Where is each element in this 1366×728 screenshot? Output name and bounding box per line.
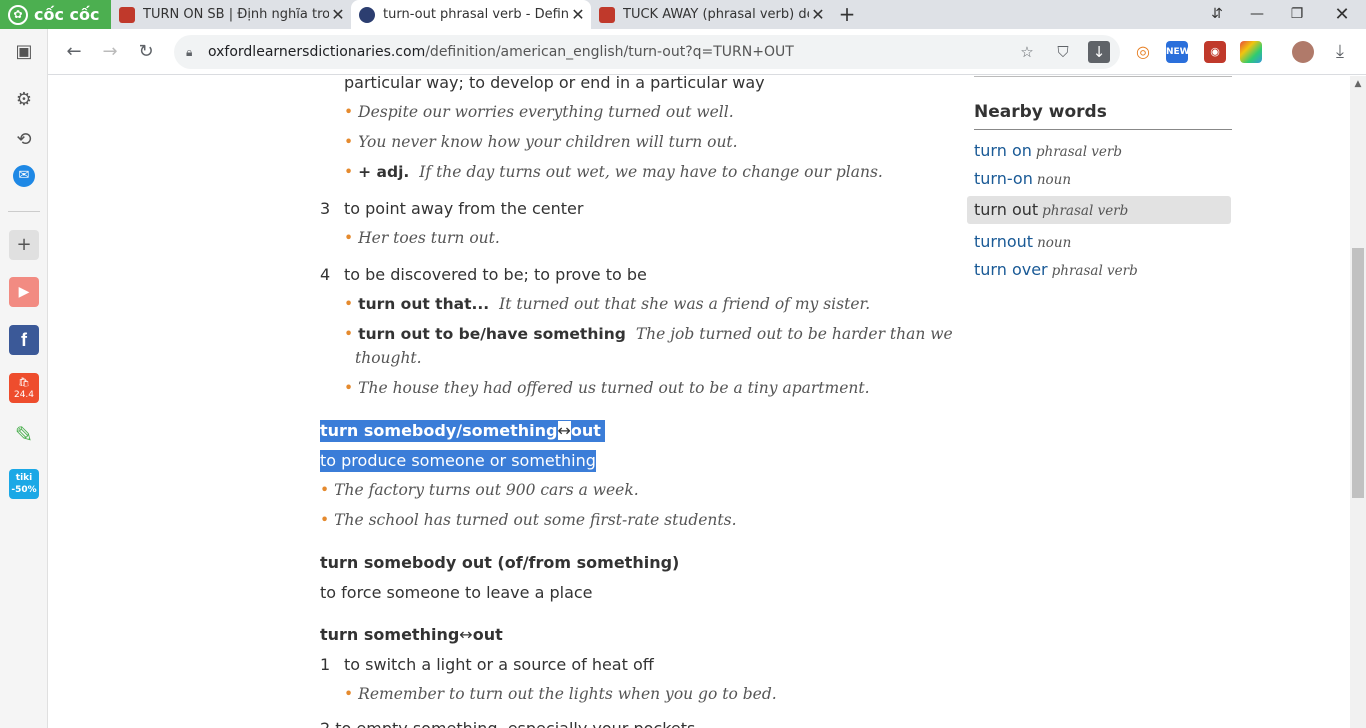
sense-number: 4 xyxy=(320,265,331,284)
new-tab-icon[interactable]: + xyxy=(836,3,858,25)
phrasal-verb-heading: turn something↔out xyxy=(320,625,503,644)
divider xyxy=(974,76,1232,77)
back-icon[interactable]: ← xyxy=(60,38,88,66)
sense-number: 3 xyxy=(320,199,331,218)
example: • The factory turns out 900 cars a week. xyxy=(320,481,639,499)
definition-text-partial: 2 to empty something, especially your po… xyxy=(320,719,695,728)
close-tab-icon[interactable]: ✕ xyxy=(809,5,827,24)
coccoc-extension-icon[interactable]: ◎ xyxy=(1132,41,1154,63)
definition-text: particular way; to develop or end in a p… xyxy=(344,76,765,92)
add-icon[interactable]: + xyxy=(9,230,39,260)
tab-search-icon[interactable]: ⇵ xyxy=(1197,0,1237,29)
close-window-icon[interactable]: ✕ xyxy=(1322,0,1362,29)
profile-avatar[interactable] xyxy=(1292,41,1314,63)
color-extension-icon[interactable] xyxy=(1240,41,1262,63)
brand-label: cốc cốc xyxy=(34,5,100,24)
restore-icon[interactable]: ❐ xyxy=(1277,0,1317,29)
definition-text: to be discovered to be; to prove to be xyxy=(344,265,647,284)
example: • Remember to turn out the lights when yo… xyxy=(344,685,777,703)
example: • The school has turned out some first-ra… xyxy=(320,511,737,529)
definition-text: to point away from the center xyxy=(344,199,584,218)
address-bar[interactable]: 🔒︎ oxfordlearnersdictionaries.com/defini… xyxy=(174,35,1120,69)
nearby-word-link[interactable]: turn-on noun xyxy=(974,165,1238,193)
example: • Her toes turn out. xyxy=(344,229,500,247)
page-content: particular way; to develop or end in a p… xyxy=(48,76,1350,728)
red-extension-icon[interactable]: ◉ xyxy=(1204,41,1226,63)
sense-number: 1 xyxy=(320,655,331,674)
downloads-icon[interactable]: ⤓ xyxy=(1326,38,1354,66)
tab-tuck-away[interactable]: TUCK AWAY (phrasal verb) de ✕ xyxy=(591,0,831,29)
shield-icon[interactable]: ⛉ xyxy=(1052,41,1074,63)
phrasal-verb-heading: turn somebody/something↔out xyxy=(320,420,605,442)
oxford-favicon-icon xyxy=(359,6,375,23)
divider xyxy=(974,129,1232,130)
facebook-icon[interactable]: f xyxy=(9,325,39,355)
download-page-icon[interactable]: ↓ xyxy=(1088,41,1110,63)
nearby-word-link[interactable]: turnout noun xyxy=(974,228,1238,256)
nearby-words-heading: Nearby words xyxy=(974,102,1107,122)
example: • You never know how your children will t… xyxy=(344,133,738,151)
macmillan-favicon-icon xyxy=(599,6,615,23)
definition-text: to produce someone or something xyxy=(320,450,596,472)
bookmark-star-icon[interactable]: ☆ xyxy=(1016,41,1038,63)
separable-arrow-icon: ↔ xyxy=(557,421,571,440)
phrasal-verb-heading: turn somebody out (of/from something) xyxy=(320,553,680,572)
definition-text: to switch a light or a source of heat of… xyxy=(344,655,654,674)
coccoc-brand[interactable]: ✿ cốc cốc xyxy=(0,0,111,29)
tab-turn-out[interactable]: turn-out phrasal verb - Defin ✕ xyxy=(351,0,591,29)
page-scrollbar[interactable]: ▲ xyxy=(1350,76,1366,728)
example: • Despite our worries everything turned o… xyxy=(344,103,734,121)
separable-arrow-icon: ↔ xyxy=(459,625,473,644)
youtube-icon[interactable]: ▶ xyxy=(9,277,39,307)
cambridge-favicon-icon xyxy=(119,6,135,23)
lock-icon: 🔒︎ xyxy=(186,45,193,59)
scroll-up-icon[interactable]: ▲ xyxy=(1350,76,1366,92)
example: • turn out that... It turned out that she … xyxy=(344,295,871,313)
example: • The house they had offered us turned ou… xyxy=(344,379,870,397)
tab-bar: ✿ cốc cốc TURN ON SB | Định nghĩa tro ✕ … xyxy=(0,0,1366,29)
left-sidebar: ▣ ⚙ ⟲ ✉ + ▶ f 🛍︎ 24.4 ✎ tiki -50% xyxy=(0,29,48,728)
minimize-icon[interactable]: — xyxy=(1237,0,1277,29)
sidebar-divider xyxy=(8,211,40,212)
scrollbar-thumb[interactable] xyxy=(1352,248,1364,498)
nearby-word-selected[interactable]: turn out phrasal verb xyxy=(967,196,1231,224)
sidebar-toggle-icon[interactable]: ▣ xyxy=(9,37,39,67)
example: • + adj. If the day turns out wet, we may … xyxy=(344,163,883,181)
reload-icon[interactable]: ↻ xyxy=(132,38,160,66)
tiki-icon[interactable]: tiki -50% xyxy=(9,469,39,499)
nearby-word-link[interactable]: turn on phrasal verb xyxy=(974,137,1238,165)
close-tab-icon[interactable]: ✕ xyxy=(329,5,347,24)
definition-text: to force someone to leave a place xyxy=(320,583,593,602)
example-continuation: thought. xyxy=(355,349,422,367)
history-icon[interactable]: ⟲ xyxy=(9,125,39,155)
coccoc-logo-icon: ✿ xyxy=(8,4,28,25)
tab-turn-on-sb[interactable]: TURN ON SB | Định nghĩa tro ✕ xyxy=(111,0,351,29)
close-tab-icon[interactable]: ✕ xyxy=(569,5,587,24)
forward-icon[interactable]: → xyxy=(96,38,124,66)
nearby-word-link[interactable]: turn over phrasal verb xyxy=(974,256,1238,284)
coccoc-icon[interactable]: ✎ xyxy=(9,421,39,451)
messenger-icon[interactable]: ✉ xyxy=(13,165,35,187)
toolbar: ← → ↻ 🔒︎ oxfordlearnersdictionaries.com /… xyxy=(0,29,1366,75)
settings-icon[interactable]: ⚙ xyxy=(9,85,39,115)
new-extension-icon[interactable]: NEW xyxy=(1166,41,1190,63)
example: • turn out to be/have something The job tu… xyxy=(344,325,953,343)
shopee-icon[interactable]: 🛍︎ 24.4 xyxy=(9,373,39,403)
